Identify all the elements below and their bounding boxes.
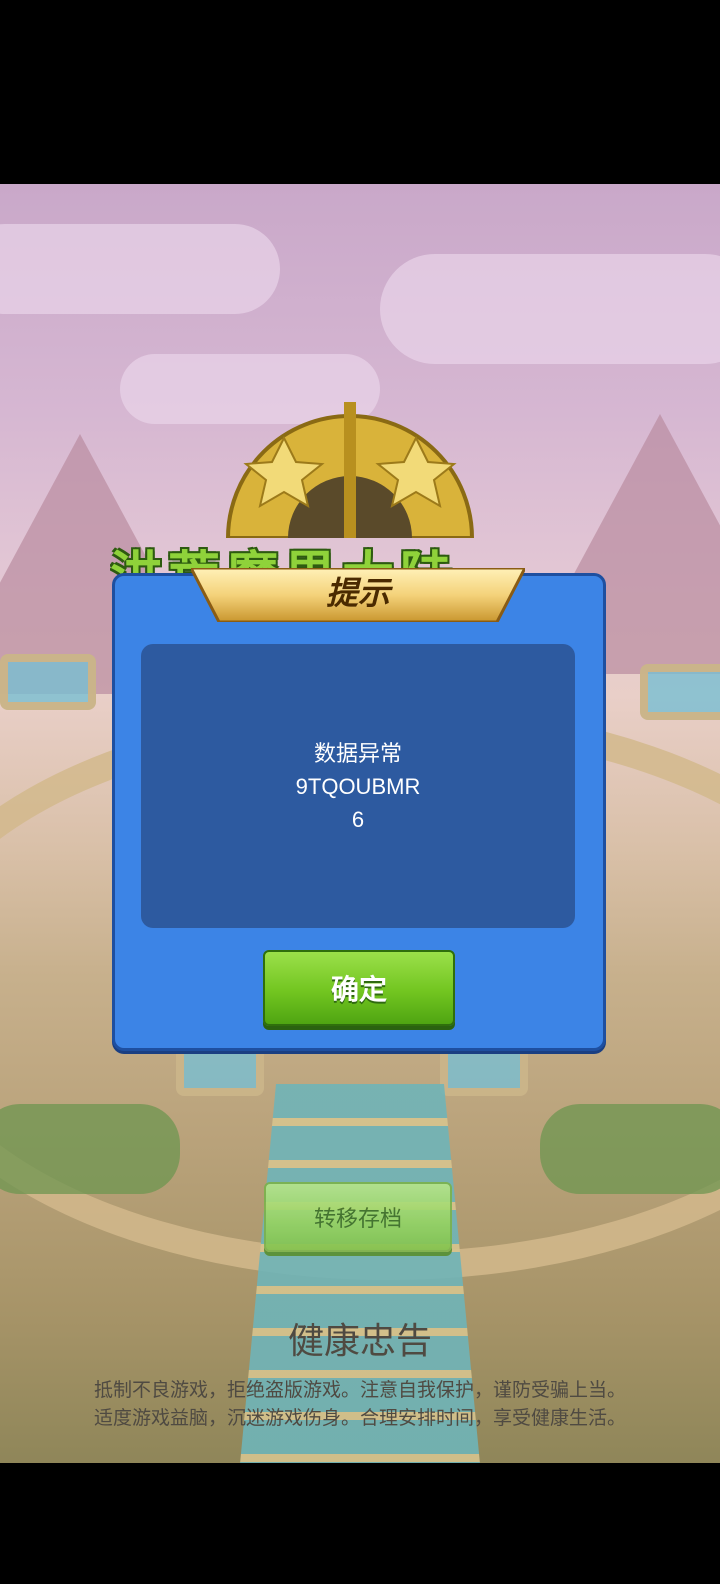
message-line: 9TQOUBMR	[295, 773, 421, 799]
water-pool	[176, 1046, 264, 1096]
confirm-button-label: 确定	[330, 973, 387, 1006]
message-line: 数据异常	[313, 740, 402, 766]
water-pool	[0, 654, 96, 710]
dialog-title: 提示	[325, 574, 390, 612]
health-notice-title: 健康忠告	[287, 1321, 432, 1362]
transfer-save-button[interactable]: 转移存档	[264, 1182, 452, 1252]
grass-patch	[540, 1104, 720, 1194]
grass-patch	[0, 1104, 180, 1194]
message-line: 6	[351, 806, 365, 832]
transfer-save-label: 转移存档	[313, 1207, 402, 1232]
health-notice-line: 适度游戏益脑，沉迷游戏伤身。合理安排时间，享受健康生活。	[93, 1407, 626, 1429]
health-notice-line: 抵制不良游戏，拒绝盗版游戏。注意自我保护，谨防受骗上当。	[93, 1379, 626, 1401]
confirm-button[interactable]: 确定	[263, 950, 455, 1026]
alert-dialog: 提示 数据异常 9TQOUBMR 6 确定	[112, 568, 606, 1051]
navigation-bar-area	[0, 1463, 720, 1584]
cloud	[0, 224, 280, 314]
water-pool	[640, 664, 720, 720]
status-bar-area	[0, 0, 720, 184]
message-panel: 数据异常 9TQOUBMR 6	[141, 644, 575, 928]
golden-gate-emblem	[225, 402, 475, 538]
water-pool	[440, 1046, 528, 1096]
cloud	[380, 254, 720, 364]
